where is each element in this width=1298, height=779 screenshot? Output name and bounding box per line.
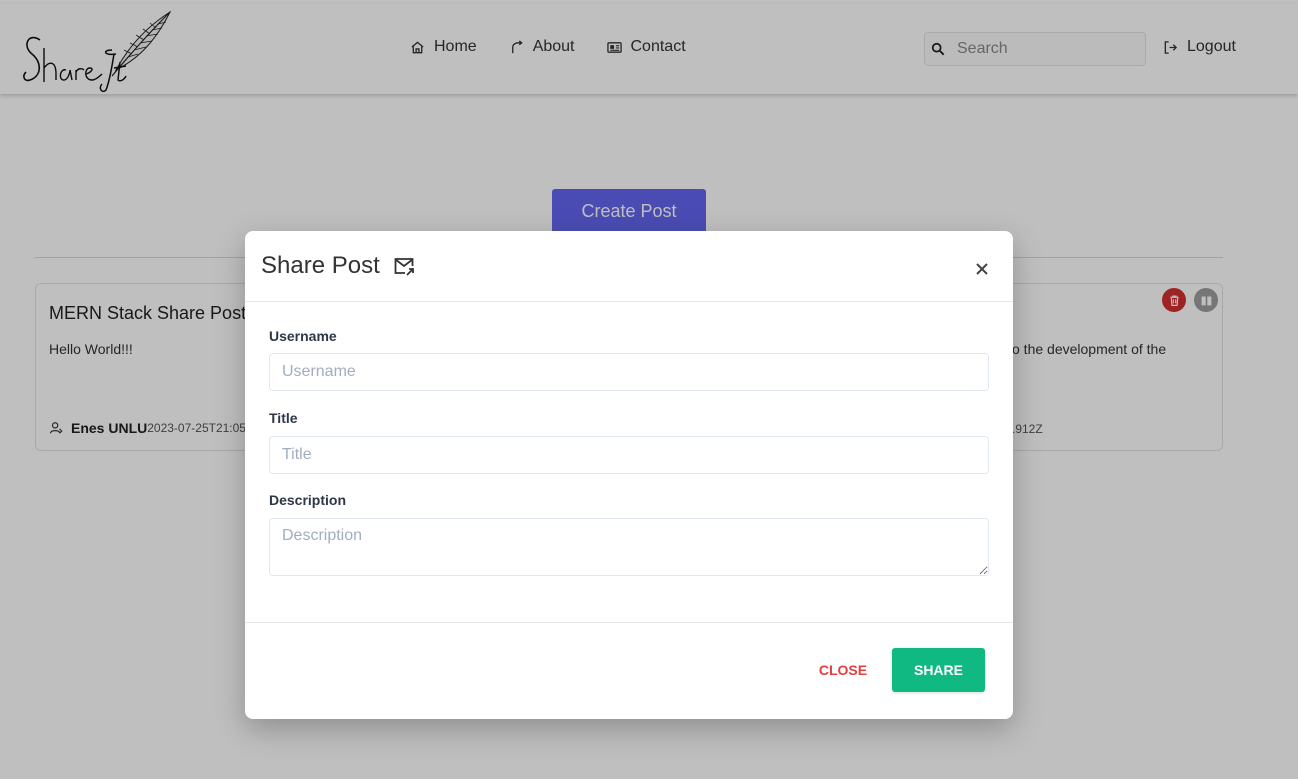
username-field[interactable]	[269, 353, 989, 391]
modal-close-icon-button[interactable]	[972, 259, 992, 279]
modal-footer: CLOSE SHARE	[245, 622, 1013, 719]
description-field[interactable]	[269, 518, 989, 576]
modal-title: Share Post	[261, 252, 415, 280]
close-icon	[976, 263, 988, 275]
title-label: Title	[269, 410, 298, 426]
share-post-modal: Share Post Username Title Description CL…	[245, 231, 1013, 719]
title-field[interactable]	[269, 436, 989, 474]
modal-title-text: Share Post	[261, 252, 380, 279]
mail-share-icon	[394, 258, 414, 276]
share-button[interactable]: SHARE	[892, 648, 985, 692]
username-label: Username	[269, 328, 337, 344]
modal-header: Share Post	[245, 231, 1013, 302]
close-button[interactable]: CLOSE	[805, 648, 881, 692]
description-label: Description	[269, 492, 347, 508]
